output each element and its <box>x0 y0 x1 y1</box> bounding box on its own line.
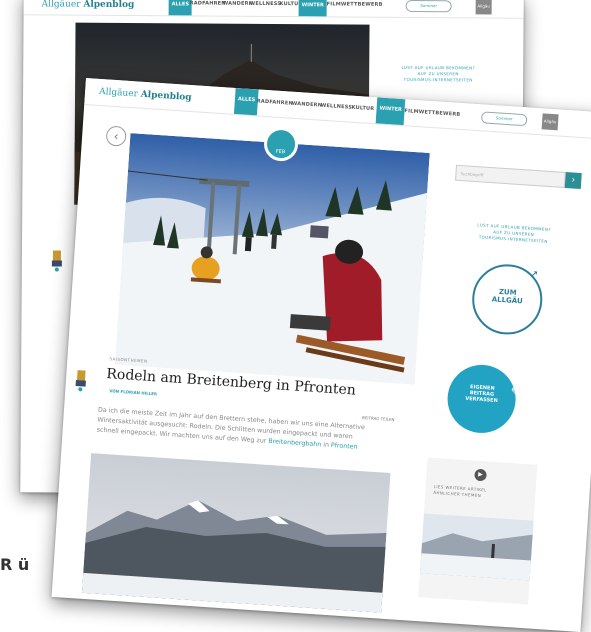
search-button[interactable]: › <box>565 172 582 189</box>
logo-prefix: Allgäuer <box>42 0 81 10</box>
logo-name: Alpenblog <box>140 90 192 103</box>
back-nav-sommer-pill[interactable]: Sommer <box>406 0 452 12</box>
link-pfronten[interactable]: Pfronten <box>331 442 358 451</box>
front-nav-kultur[interactable]: KULTUR <box>351 105 374 112</box>
play-icon: ▶ <box>474 469 487 482</box>
write-post-button[interactable]: EIGENEN BEITRAG VERFASSEN ✎ <box>445 363 517 435</box>
chevron-left-icon: ‹ <box>113 129 119 143</box>
back-nav-alles[interactable]: ALLES <box>169 0 192 15</box>
article-author[interactable]: VON FLORIAN HILLER <box>109 388 157 396</box>
related-articles-card[interactable]: ▶ LIES WEITERE ARTIKEL ÄHNLICHER THEMEN <box>418 457 537 604</box>
chevron-right-icon: › <box>571 175 575 185</box>
back-nav-radfahren[interactable]: RADFAHREN <box>190 0 226 6</box>
back-nav-filmwettbewerb[interactable]: FILMWETTBEWERB <box>327 1 383 7</box>
link-breitenbergbahn[interactable]: Breitenbergbahn <box>268 438 321 448</box>
front-page-screenshot: Allgäuer Alpenblog ALLES RADFAHREN WANDE… <box>52 78 591 632</box>
related-text: LIES WEITERE ARTIKEL ÄHNLICHER THEMEN <box>433 484 530 502</box>
back-nav-allgaeu-square[interactable]: Allgäu <box>476 0 492 15</box>
front-nav-allgaeu-square[interactable]: Allgäu <box>542 113 559 130</box>
article-body: Da ich die meiste Zeit im Jahr auf den B… <box>96 406 397 456</box>
back-button[interactable]: ‹ <box>106 125 127 146</box>
front-logo[interactable]: Allgäuer Alpenblog <box>99 87 192 103</box>
body-line-3-text-b: in <box>321 441 331 449</box>
back-promo-text[interactable]: LUST AUF URLAUB BEKOMMEN? AUF ZU UNSEREN… <box>383 65 493 84</box>
mascot-icon <box>73 368 89 393</box>
front-nav-radfahren[interactable]: RADFAHREN <box>257 98 293 106</box>
front-nav-sommer-pill[interactable]: Sommer <box>481 111 528 126</box>
back-nav-winter[interactable]: WINTER <box>299 0 327 16</box>
front-nav-alles[interactable]: ALLES <box>234 88 259 115</box>
pen-icon: ✎ <box>510 385 523 402</box>
back-nav-wandern[interactable]: WANDERN <box>223 1 253 7</box>
front-nav-winter[interactable]: WINTER <box>376 97 406 125</box>
back-navbar: Allgäuer Alpenblog ALLES RADFAHREN WANDE… <box>24 0 524 19</box>
logo-prefix: Allgäuer <box>99 87 138 100</box>
arrow-up-right-icon: ↗ <box>530 270 538 280</box>
front-nav-wellness[interactable]: WELLNESS <box>320 103 352 111</box>
sledding-photo <box>115 133 430 384</box>
date-label: FEB <box>276 149 286 156</box>
front-nav-wandern[interactable]: WANDERN <box>292 101 323 109</box>
search-input[interactable]: Suchbegriff <box>455 165 566 188</box>
related-thumbnail-image <box>420 513 534 580</box>
front-nav-filmwettbewerb[interactable]: FILMWETTBEWERB <box>404 108 460 118</box>
zum-allgaeu-button[interactable]: ZUM ALLGÄU ↗ <box>470 262 544 336</box>
back-logo[interactable]: Allgäuer Alpenblog <box>42 0 135 10</box>
mascot-icon <box>50 248 64 272</box>
back-author-avatar <box>50 248 64 275</box>
promo-text[interactable]: LUST AUF URLAUB BEKOMMEN? AUF ZU UNSEREN… <box>448 220 579 247</box>
sledding-scene-image <box>115 133 430 384</box>
share-label[interactable]: BEITRAG TEILEN <box>362 415 395 422</box>
mountain-photo <box>82 453 391 613</box>
back-nav-wellness[interactable]: WELLNESS <box>250 1 282 7</box>
back-promo-line3: TOURISMUS-INTERNETSEITEN <box>383 77 493 84</box>
author-avatar <box>73 368 89 396</box>
mountain-scene-image <box>82 453 391 613</box>
logo-name: Alpenblog <box>83 0 134 10</box>
partial-heading: R ü <box>0 555 29 574</box>
